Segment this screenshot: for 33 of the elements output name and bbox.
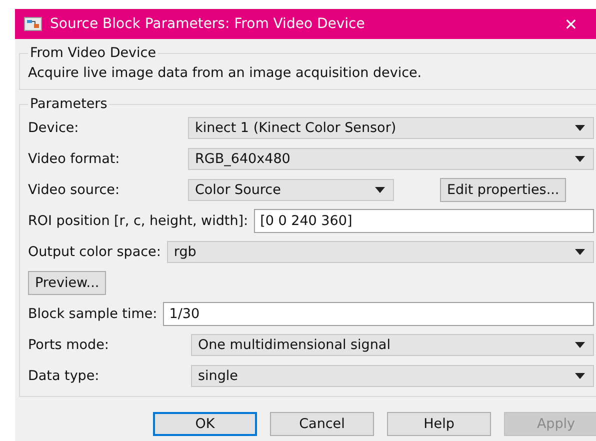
dropdown[interactable]: rgb [166,241,594,263]
dropdown-arrow-icon [575,342,585,348]
input-field[interactable]: [0 0 240 360] [254,209,594,233]
input-field[interactable]: 1/30 [163,302,594,326]
dropdown-arrow-icon [575,156,585,162]
field-label: Ports mode: [28,337,110,353]
close-icon[interactable]: ✕ [551,14,591,34]
group-heading: From Video Device [29,45,158,61]
dropdown-arrow-icon [375,187,385,193]
dialog-button[interactable]: Help [387,412,491,436]
dropdown[interactable]: One multidimensional signal [191,334,594,356]
dropdown-arrow-icon [575,249,585,255]
dialog-button[interactable]: Cancel [270,412,374,436]
block-icon [24,17,42,31]
window-title: Source Block Parameters: From Video Device [50,16,366,32]
description-text: Acquire live image data from an image acquisition device. [28,65,423,81]
edit-properties-button[interactable]: Edit properties... [440,178,566,202]
dialog-button[interactable]: OK [153,412,257,436]
dropdown[interactable]: RGB_640x480 [188,148,594,170]
field-label: Device: [28,120,80,136]
field-label: Video format: [28,151,121,167]
dropdown[interactable]: kinect 1 (Kinect Color Sensor) [188,117,594,139]
preview-button[interactable]: Preview... [28,271,106,295]
dropdown-arrow-icon [575,373,585,379]
field-label: Video source: [28,182,120,198]
dropdown[interactable]: single [191,365,594,387]
field-label: Block sample time: [28,306,158,322]
field-label: ROI position [r, c, height, width]: [28,213,248,229]
group-heading: Parameters [29,96,108,112]
dropdown[interactable]: Color Source [188,179,394,201]
dropdown-arrow-icon [575,125,585,131]
field-label: Data type: [28,368,100,384]
field-label: Output color space: [28,244,161,260]
